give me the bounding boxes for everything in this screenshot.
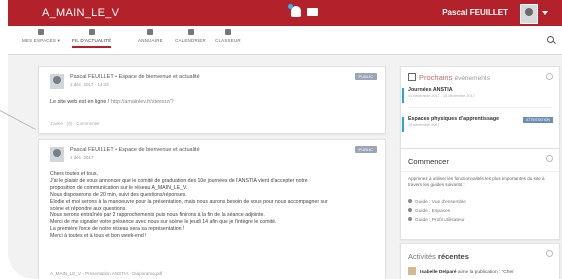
post-line: scène et répondre aux questions. <box>50 205 127 212</box>
recent-activity-panel: Activités récentes Isabelle Delparé aime… <box>400 243 560 279</box>
search-icon[interactable] <box>547 36 554 43</box>
guide-link[interactable]: Guide : Profil utilisateur <box>408 217 465 223</box>
post-visibility-badge: PUBLIC <box>354 146 377 153</box>
post-date: 1 déc. 2017 <box>70 155 94 160</box>
nav-label: CALENDRIER <box>175 38 207 43</box>
guide-link[interactable]: Guide : Vue d'ensemble <box>408 199 466 205</box>
activity-item[interactable]: Isabelle Delparé aime la publication : "… <box>408 267 514 275</box>
panel-title: Commencer <box>408 157 449 166</box>
nav-files[interactable]: CLASSEUR <box>215 29 241 43</box>
post-line: Nous disposerons de 20 min, suivi des qu… <box>50 191 187 198</box>
post-attachment-link[interactable]: A_MAIN_LE_V - Presentation ANSTIA · Diap… <box>50 271 162 276</box>
bullet-icon <box>408 199 412 203</box>
close-icon[interactable] <box>546 250 553 257</box>
panel-title: Prochains événements <box>408 73 490 82</box>
divider <box>401 171 559 172</box>
nav-news-feed[interactable]: FIL D'ACTUALITÉ <box>72 29 112 48</box>
top-bar: A_MAIN_LE_V Pascal FEUILLET <box>8 0 562 26</box>
post-line: Chers toutes et tous, <box>50 171 98 177</box>
activity-avatar <box>408 267 416 275</box>
notification-badge <box>288 4 293 9</box>
activity-user: Isabelle Delparé <box>420 270 457 275</box>
directory-icon <box>147 29 154 35</box>
globe-icon <box>38 29 45 35</box>
guide-label: Guide : Espaces <box>415 209 451 214</box>
bullet-icon <box>408 217 412 221</box>
feed-post: Pascal FEUILLET • Espace de bienvenue et… <box>38 66 386 134</box>
divider <box>408 107 552 108</box>
nav-label: ANNUAIRE <box>138 38 163 43</box>
nav-label: CLASSEUR <box>215 38 241 43</box>
user-name[interactable]: Pascal FEUILLET <box>442 8 508 17</box>
messages-icon[interactable] <box>307 7 318 16</box>
post-line: Elodie et moi serons à la manoeuvre pour… <box>50 198 328 205</box>
folder-icon <box>224 29 231 35</box>
nav-directory[interactable]: ANNUAIRE <box>138 29 163 43</box>
panel-title-muted: événements <box>454 75 490 82</box>
user-avatar[interactable] <box>520 4 538 24</box>
get-started-panel: Commencer Apprenez à utiliser les foncti… <box>400 148 560 240</box>
post-line: Merci de me signaler votre présence avec… <box>50 219 277 226</box>
notification-bell-icon[interactable] <box>288 4 301 17</box>
post-visibility-badge: PUBLIC <box>354 73 377 80</box>
upcoming-events-panel: Prochains événements Journées ANSTIA 14 … <box>400 66 560 149</box>
home-icon <box>88 29 95 35</box>
post-line: La première force de notre réseau sera s… <box>50 226 185 233</box>
main-nav: MES ESPACES ▾ FIL D'ACTUALITÉ ANNUAIRE C… <box>8 26 562 55</box>
post-text: Le site web est en ligne ! <box>50 99 110 105</box>
panel-title-muted: Activités <box>408 252 436 261</box>
panel-title-main: Prochains <box>419 73 453 82</box>
post-author[interactable]: Pascal FEUILLET • Espace de bienvenue et… <box>70 147 200 153</box>
panel-description: Apprenez à utiliser les fonctionnalités … <box>408 176 545 187</box>
close-icon[interactable] <box>546 73 553 80</box>
activity-text: aime la publication : "Cher <box>457 270 514 275</box>
post-line: proposition de communication sur le rése… <box>50 184 188 191</box>
nav-my-spaces[interactable]: MES ESPACES ▾ <box>22 29 60 44</box>
post-author-avatar[interactable] <box>50 147 64 162</box>
feed-post: Pascal FEUILLET • Espace de bienvenue et… <box>38 139 386 279</box>
event-marker <box>402 117 404 132</box>
post-line: Merci à toutes et à tous et bon week-end… <box>50 233 147 240</box>
event-marker <box>402 88 404 103</box>
post-author[interactable]: Pascal FEUILLET • Espace de bienvenue et… <box>70 74 200 80</box>
bullet-icon <box>408 208 412 212</box>
event-item[interactable]: Espaces physiques d'apprentissage 15 déc… <box>408 116 499 127</box>
app-title[interactable]: A_MAIN_LE_V <box>42 7 119 19</box>
post-body: Le site web est en ligne ! http://amainl… <box>50 99 174 105</box>
guide-label: Guide : Vue d'ensemble <box>415 200 466 205</box>
calendar-icon <box>187 29 194 35</box>
event-dates: 14 décembre 2017 - 15 décembre 2017 <box>408 94 475 98</box>
post-line: Nous serons entraînés par 2 rapprochemen… <box>50 212 265 219</box>
event-dates: 15 décembre 2017 <box>408 123 440 127</box>
post-date: 1 déc. 2017 · 14:15 <box>70 82 109 87</box>
nav-label: FIL D'ACTUALITÉ <box>72 38 112 43</box>
event-title: Journées ANSTIA <box>408 87 453 93</box>
user-menu-caret-icon[interactable] <box>542 11 548 15</box>
post-line: J'ai le plaisir de vous annoncer que le … <box>50 177 308 184</box>
guide-link[interactable]: Guide : Espaces <box>408 208 450 214</box>
post-body: Chers toutes et tous, J'ai le plaisir de… <box>50 171 370 240</box>
post-author-avatar[interactable] <box>50 74 64 89</box>
panel-title-bold: récentes <box>438 252 469 261</box>
post-link[interactable]: http://amainlev.fr/steesrz/? <box>111 99 174 105</box>
event-title: Espaces physiques d'apprentissage <box>408 116 500 122</box>
nav-label: MES ESPACES ▾ <box>22 38 61 43</box>
calendar-icon <box>408 73 416 81</box>
event-item[interactable]: Journées ANSTIA 14 décembre 2017 - 15 dé… <box>408 87 475 98</box>
nav-calendar[interactable]: CALENDRIER <box>175 29 206 43</box>
event-tag: ATTESTATION <box>523 117 553 123</box>
close-icon[interactable] <box>546 155 553 162</box>
top-icons <box>288 4 318 17</box>
guide-label: Guide : Profil utilisateur <box>415 218 465 223</box>
app-screen: A_MAIN_LE_V Pascal FEUILLET MES ESPACES … <box>8 0 562 279</box>
post-actions[interactable]: J'aime · (0) · Commenter <box>50 121 100 126</box>
panel-title: Activités récentes <box>408 252 469 261</box>
